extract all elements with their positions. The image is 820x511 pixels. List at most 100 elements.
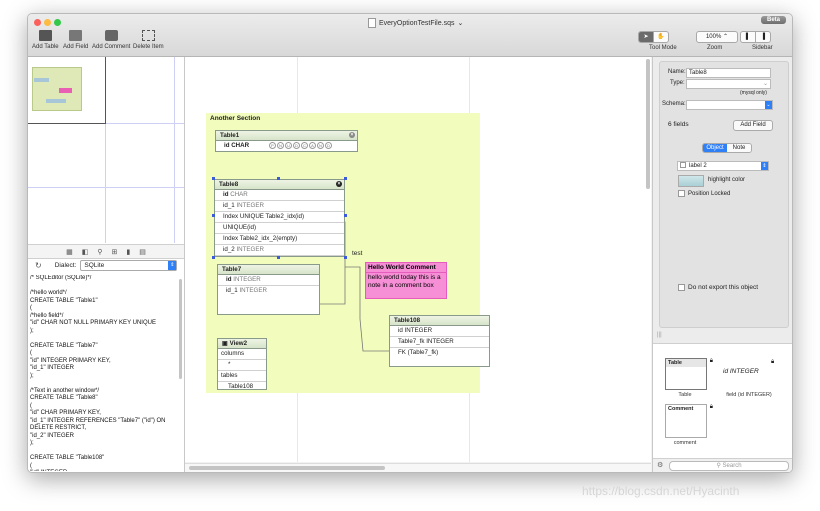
view-row[interactable]: * bbox=[218, 360, 266, 371]
table-row[interactable]: id_1 INTEGER bbox=[218, 286, 319, 296]
table-row[interactable]: id CHAR bbox=[215, 190, 344, 201]
view-header[interactable]: ▣ View2 bbox=[218, 339, 266, 349]
table-row[interactable]: id INTEGER bbox=[218, 275, 319, 286]
table8[interactable]: Table8 × id CHAR id_1 INTEGER Index UNIQU… bbox=[212, 177, 347, 259]
field-type: INTEGER bbox=[239, 287, 267, 294]
bookmark-icon[interactable]: ▮ bbox=[126, 248, 130, 256]
table-row[interactable]: id INTEGER bbox=[390, 326, 489, 337]
gear-icon[interactable]: ⚙ bbox=[657, 461, 663, 469]
selection-handle[interactable] bbox=[212, 177, 215, 180]
do-not-export-checkbox[interactable] bbox=[678, 284, 685, 291]
library-search-input[interactable]: ⚲ Search bbox=[669, 461, 789, 471]
tool-mode-control[interactable]: ➤ ✋ bbox=[638, 31, 669, 43]
badge-icon: C bbox=[301, 141, 308, 149]
search-icon[interactable]: ⚲ bbox=[97, 248, 102, 256]
close-window-button[interactable] bbox=[34, 19, 41, 26]
table-row[interactable]: id_1 INTEGER bbox=[215, 201, 344, 212]
highlight-color-well[interactable] bbox=[678, 175, 704, 187]
delete-item-button[interactable]: Delete Item bbox=[133, 30, 164, 50]
add-field-button[interactable]: Add Field bbox=[733, 120, 773, 131]
minimize-window-button[interactable] bbox=[44, 19, 51, 26]
pointer-tool-icon[interactable]: ➤ bbox=[639, 32, 653, 42]
table-row[interactable]: Index Table2_idx_2(empty) bbox=[215, 234, 344, 245]
table-row[interactable]: UNIQUE(id) bbox=[215, 223, 344, 234]
table-row[interactable]: id CHAR PNUDCAND bbox=[216, 141, 357, 151]
sidebar-label: Sidebar bbox=[752, 45, 773, 51]
table-header[interactable]: Table1 × bbox=[216, 131, 357, 141]
table108[interactable]: Table108 id INTEGER Table7_fk INTEGER FK… bbox=[389, 315, 490, 367]
field-name: id bbox=[226, 276, 232, 283]
do-not-export-row[interactable]: Do not export this object bbox=[678, 284, 758, 291]
comment-icon[interactable]: ▤ bbox=[139, 248, 146, 256]
position-locked-label: Position Locked bbox=[688, 191, 731, 198]
table-row[interactable]: Table7_fk INTEGER bbox=[390, 337, 489, 348]
sql-output[interactable]: /* SQLEditor (SQLite)*/ /*hello world*/ … bbox=[30, 275, 176, 471]
grid-view-icon[interactable]: ▦ bbox=[66, 248, 73, 256]
table-row[interactable]: FK (Table7_fk) bbox=[390, 348, 489, 358]
left-sidebar-icon[interactable]: ▌ bbox=[741, 32, 755, 42]
table7[interactable]: Table7 id INTEGER id_1 INTEGER bbox=[217, 264, 320, 315]
chevron-down-icon[interactable]: ⌄ bbox=[457, 19, 463, 27]
note-body: hello world today this is a note in a co… bbox=[368, 274, 441, 289]
table-options-icon[interactable]: × bbox=[336, 181, 342, 187]
table-row[interactable]: Index UNIQUE Table2_idx(id) bbox=[215, 212, 344, 223]
view-row[interactable]: tables bbox=[218, 371, 266, 382]
tab-object[interactable]: Object bbox=[703, 144, 727, 152]
selection-handle[interactable] bbox=[344, 256, 347, 259]
add-field-button[interactable]: Add Field bbox=[63, 30, 88, 50]
document-icon bbox=[368, 18, 376, 28]
refresh-icon[interactable]: ↻ bbox=[35, 261, 42, 270]
selection-handle[interactable] bbox=[277, 256, 280, 259]
selection-handle[interactable] bbox=[212, 214, 215, 217]
type-select[interactable]: ⌄ bbox=[686, 79, 771, 89]
add-comment-button[interactable]: Add Comment bbox=[92, 30, 130, 50]
table-options-icon[interactable]: × bbox=[349, 132, 355, 138]
selection-handle[interactable] bbox=[344, 177, 347, 180]
columns-icon[interactable]: ◧ bbox=[82, 248, 89, 256]
relation-label[interactable]: test bbox=[352, 250, 362, 257]
sidebar-toggle[interactable]: ▌ ▐ bbox=[740, 31, 771, 43]
view-row[interactable]: Table108 bbox=[218, 382, 266, 392]
delete-item-label: Delete Item bbox=[133, 44, 164, 50]
view-row[interactable]: columns bbox=[218, 349, 266, 360]
minimap[interactable] bbox=[28, 57, 184, 243]
table-name: Table7 bbox=[222, 266, 242, 273]
table-row[interactable]: id_2 INTEGER bbox=[215, 245, 344, 256]
comment-note[interactable]: Hello World Comment hello world today th… bbox=[365, 262, 447, 299]
zoom-stepper[interactable]: 100% ⌃ bbox=[696, 31, 738, 43]
table-header[interactable]: Table8 × bbox=[215, 180, 344, 190]
position-locked-row[interactable]: Position Locked bbox=[678, 190, 730, 197]
splitter-handle-icon[interactable]: ||| bbox=[657, 332, 662, 338]
hierarchy-icon[interactable]: ⊞ bbox=[112, 248, 118, 256]
canvas-vertical-scrollbar[interactable] bbox=[646, 59, 650, 189]
view2[interactable]: ▣ View2 columns * tables Table108 bbox=[217, 338, 267, 390]
diagram-canvas[interactable]: Another Section Table1 × id CHAR PNUDCAND… bbox=[185, 57, 651, 462]
dialect-select[interactable]: SQLite ⇕ bbox=[80, 259, 178, 271]
library-comment-tile[interactable]: Comment 🔒︎ bbox=[665, 404, 713, 438]
index-text: Index UNIQUE Table2_idx(id) bbox=[223, 213, 305, 220]
scroll-thumb[interactable] bbox=[189, 466, 385, 470]
canvas-horizontal-scrollbar[interactable] bbox=[185, 463, 651, 472]
add-table-button[interactable]: Add Table bbox=[32, 30, 59, 50]
schema-select[interactable]: ⌄ bbox=[686, 100, 773, 110]
table-header[interactable]: Table108 bbox=[390, 316, 489, 326]
hand-tool-icon[interactable]: ✋ bbox=[653, 32, 668, 42]
selection-handle[interactable] bbox=[344, 214, 347, 217]
tab-note[interactable]: Note bbox=[727, 144, 751, 152]
library-field-tile[interactable]: id INTEGER bbox=[723, 368, 775, 377]
right-sidebar-icon[interactable]: ▐ bbox=[755, 32, 770, 42]
name-field[interactable]: Table8 bbox=[686, 68, 771, 78]
selection-handle[interactable] bbox=[212, 256, 215, 259]
position-locked-checkbox[interactable] bbox=[678, 190, 685, 197]
badge-icon: D bbox=[293, 141, 300, 149]
table1[interactable]: Table1 × id CHAR PNUDCAND bbox=[215, 130, 358, 152]
minimap-viewport[interactable] bbox=[28, 57, 106, 124]
maximize-window-button[interactable] bbox=[54, 19, 61, 26]
tool-mode-label: Tool Mode bbox=[649, 45, 677, 51]
lock-icon: 🔒︎ bbox=[771, 359, 775, 365]
sql-scrollbar[interactable] bbox=[179, 279, 182, 379]
label-select[interactable]: label 2 ⇕ bbox=[677, 161, 769, 171]
library-table-tile[interactable]: Table 🔒︎ bbox=[665, 358, 713, 390]
table-header[interactable]: Table7 bbox=[218, 265, 319, 275]
selection-handle[interactable] bbox=[277, 177, 280, 180]
